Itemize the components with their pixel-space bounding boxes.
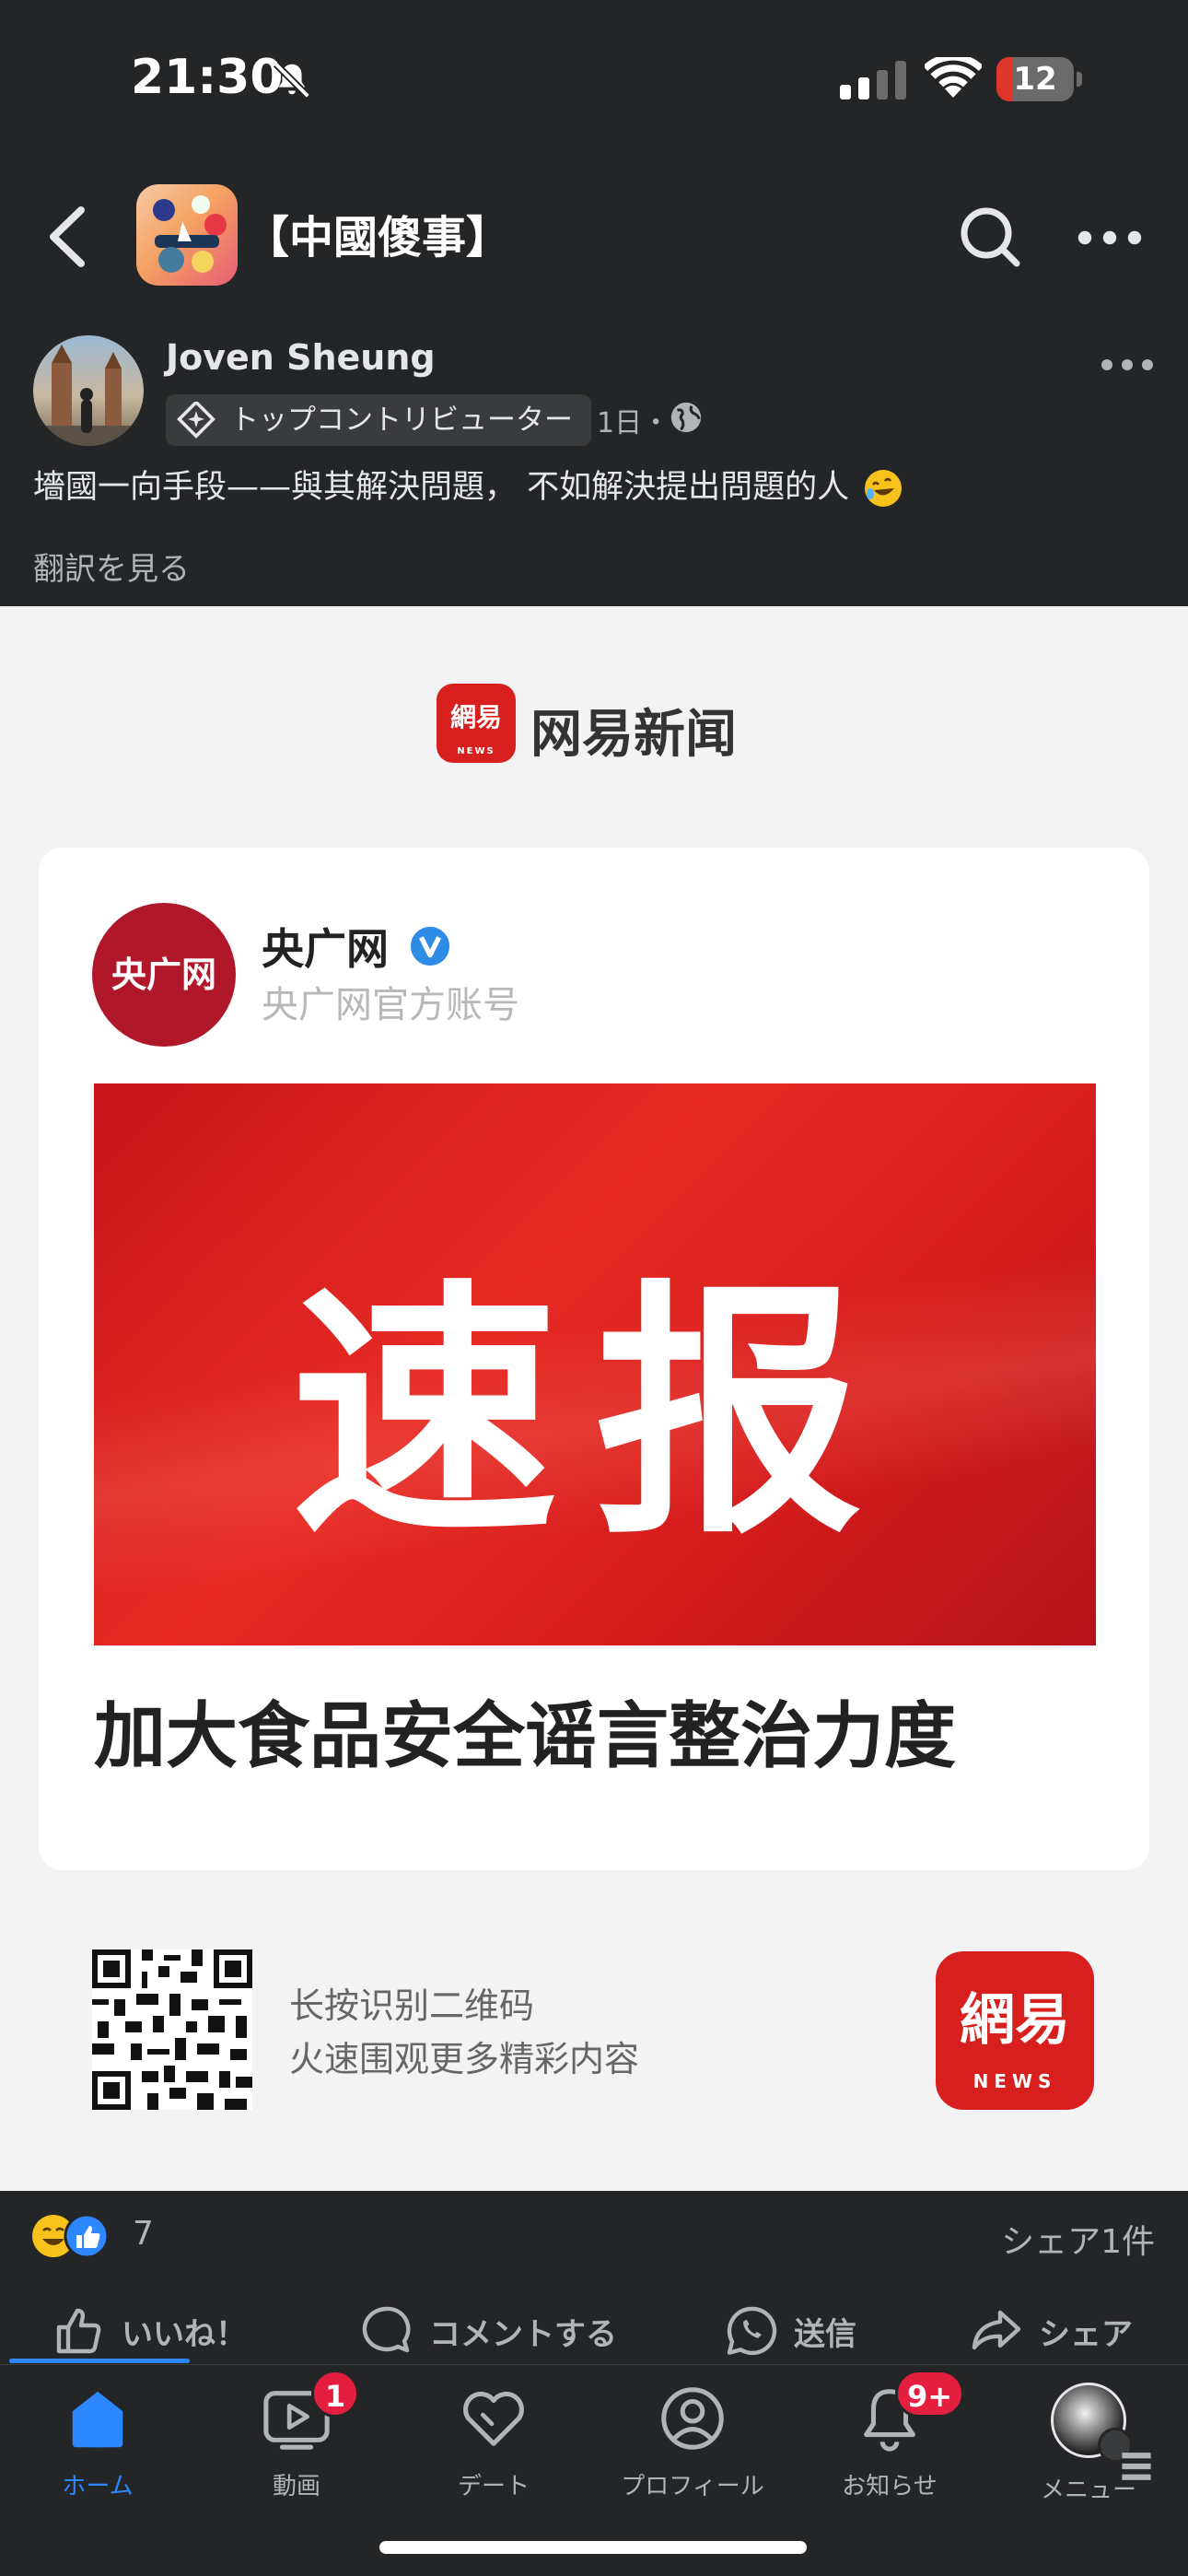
like-active-underline: [9, 2359, 190, 2363]
tab-notifications[interactable]: お知らせ 9+: [798, 2370, 982, 2501]
netease-logo-large-sub: NEWS: [973, 2070, 1057, 2092]
cellular-signal-icon: [840, 61, 906, 100]
qr-caption-line1: 长按识别二维码: [289, 1985, 535, 2026]
battery-level-text: 12: [1013, 61, 1057, 98]
profile-icon: [661, 2387, 724, 2450]
comment-button[interactable]: コメントする: [359, 2298, 617, 2364]
netease-logo-large: 網易 NEWS: [936, 1951, 1094, 2110]
tab-video-label: 動画: [272, 2473, 320, 2500]
hamburger-icon: [1122, 2453, 1151, 2480]
whatsapp-icon: [727, 2306, 777, 2356]
more-options-icon[interactable]: [1077, 219, 1142, 256]
breaking-news-banner: 速报: [94, 1083, 1096, 1645]
tab-notifications-label: お知らせ: [842, 2473, 938, 2500]
cnr-account-name: 央广网: [262, 924, 389, 974]
search-icon[interactable]: [958, 205, 1022, 269]
cnr-account-logo: 央广网: [92, 903, 236, 1047]
home-icon: [72, 2391, 123, 2448]
netease-news-title: 网易新闻: [530, 705, 737, 765]
post-text-body: 墻國一向手段——與其解決問題， 不如解決提出問題的人: [33, 469, 850, 506]
rofl-emoji-icon: [865, 470, 903, 507]
banner-text: 速报: [291, 1259, 899, 1570]
thumbs-up-icon: [56, 2308, 101, 2354]
verified-icon: [410, 926, 450, 966]
author-name[interactable]: Joven Sheung: [166, 337, 436, 378]
share-label: シェア: [1039, 2315, 1133, 2353]
status-time: 21:30: [131, 50, 284, 105]
comment-label: コメントする: [429, 2315, 617, 2353]
heart-icon: [463, 2391, 524, 2446]
comment-icon: [362, 2306, 411, 2353]
top-contributor-badge: トップコントリビューター: [166, 394, 591, 446]
post-timestamp[interactable]: 1日・: [597, 400, 670, 440]
battery-indicator: 12: [996, 57, 1082, 101]
group-illustration-icon: [153, 195, 227, 273]
news-headline: 加大食品安全谣言整治力度: [94, 1695, 957, 1778]
menu-lines-icon: [1098, 2428, 1151, 2480]
reaction-count[interactable]: 7: [133, 2215, 154, 2253]
like-button[interactable]: いいね！: [52, 2298, 247, 2364]
see-translation-link[interactable]: 翻訳を見る: [33, 544, 190, 589]
tab-date-label: デート: [457, 2473, 530, 2500]
qr-caption: 长按识别二维码 火速围观更多精彩内容: [289, 1979, 639, 2086]
post-text: 墻國一向手段——與其解決問題， 不如解決提出問題的人: [33, 461, 903, 509]
author-avatar[interactable]: [33, 335, 144, 446]
netease-logo-text: 網易: [449, 702, 502, 732]
netease-logo-sub: NEWS: [457, 746, 495, 756]
back-chevron-icon[interactable]: [44, 205, 90, 269]
tab-home-label: ホーム: [62, 2473, 134, 2500]
tab-video[interactable]: 動画 1: [204, 2370, 389, 2501]
status-bar: 21:30 12: [0, 0, 1188, 161]
qr-caption-line2: 火速围观更多精彩内容: [289, 2039, 640, 2079]
home-indicator[interactable]: [379, 2541, 807, 2554]
share-count[interactable]: シェア1件: [1001, 2215, 1155, 2263]
notification-count-badge: 9+: [895, 2370, 965, 2418]
share-button[interactable]: シェア: [969, 2298, 1133, 2364]
share-arrow-icon: [972, 2310, 1021, 2350]
post-actions: いいね！ コメントする 送信 シェア: [0, 2298, 1188, 2364]
netease-logo-small: 網易 NEWS: [437, 684, 516, 763]
tab-date[interactable]: デート: [402, 2383, 586, 2501]
globe-icon: [670, 402, 702, 433]
sparkle-badge-icon: [177, 402, 215, 439]
badge-label: トップコントリビューター: [230, 404, 573, 437]
tab-profile[interactable]: プロフィール: [600, 2383, 785, 2501]
group-avatar[interactable]: [136, 184, 238, 286]
netease-logo-large-text: 網易: [960, 1988, 1070, 2053]
wifi-icon: [925, 57, 982, 98]
menu-avatar: [1051, 2383, 1151, 2480]
cnr-account-subtitle: 央广网官方账号: [262, 984, 519, 1026]
send-button[interactable]: 送信: [724, 2298, 856, 2364]
qr-code: [92, 1950, 252, 2110]
send-label: 送信: [794, 2315, 856, 2353]
like-label: いいね！: [122, 2315, 247, 2353]
bell-off-icon: [274, 62, 310, 99]
post-more-icon[interactable]: [1101, 354, 1153, 376]
reaction-icons[interactable]: [31, 2213, 123, 2259]
group-title[interactable]: 【中國傻事】: [245, 201, 510, 265]
tab-home[interactable]: ホーム: [6, 2383, 190, 2501]
tab-profile-label: プロフィール: [621, 2473, 764, 2500]
author-photo-icon: [33, 345, 144, 446]
video-notification-badge: 1: [311, 2370, 359, 2418]
tab-menu[interactable]: メニュー: [996, 2383, 1181, 2505]
